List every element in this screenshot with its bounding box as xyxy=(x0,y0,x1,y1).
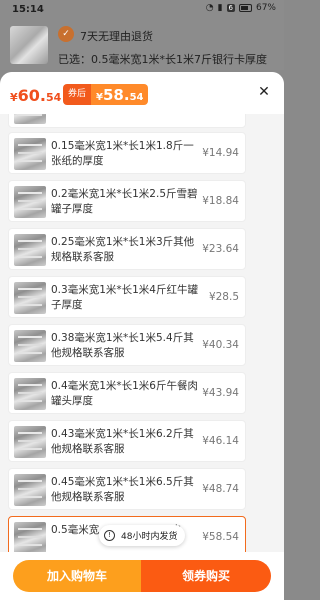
option-name: 0.15毫米宽1米*长1米1.8斤一张纸的厚度 xyxy=(51,140,194,167)
action-bar: 加入购物车 领券购买 xyxy=(0,552,284,600)
product-thumbnail xyxy=(10,26,48,64)
option-name: 0.3毫米宽1米*长1米4斤红牛罐子厚度 xyxy=(51,284,198,311)
option-price: ¥28.5 xyxy=(208,291,239,303)
option-price: ¥40.34 xyxy=(202,339,239,351)
spec-option-partial[interactable] xyxy=(8,114,246,128)
option-thumbnail xyxy=(14,234,46,266)
option-price: ¥14.94 xyxy=(202,147,239,159)
price-decimal: 54 xyxy=(46,91,62,104)
spec-option[interactable]: 0.2毫米宽1米*长1米2.5斤雪碧罐子厚度 ¥18.84 xyxy=(8,180,246,222)
option-price: ¥58.54 xyxy=(202,531,239,543)
price-integer: 60. xyxy=(17,86,46,105)
spec-option[interactable]: 0.25毫米宽1米*长1米3斤其他规格联系客服 ¥23.64 xyxy=(8,228,246,270)
spec-selector-sheet: ¥60.54 券后 ¥58.54 ✕ 0.15毫米宽1米*长1米1.8斤一张纸的… xyxy=(0,72,284,600)
option-price: ¥18.84 xyxy=(202,195,239,207)
spec-option[interactable]: 0.45毫米宽1米*长1米6.5斤其他规格联系客服 ¥48.74 xyxy=(8,468,246,510)
return-guarantee: 7天无理由退货 xyxy=(80,30,153,43)
option-name: 0.45毫米宽1米*长1米6.5斤其他规格联系客服 xyxy=(51,476,194,503)
option-name: 0.38毫米宽1米*长1米5.4斤其他规格联系客服 xyxy=(51,332,194,359)
option-price: ¥43.94 xyxy=(202,387,239,399)
option-name: 0.4毫米宽1米*长1米6斤午餐肉罐头厚度 xyxy=(51,380,198,407)
price-decimal: 54 xyxy=(129,92,144,103)
status-icons: ◔ ▮ 6 67% xyxy=(206,3,276,13)
add-to-cart-button[interactable]: 加入购物车 xyxy=(13,560,141,592)
signal-icon: ▮ xyxy=(217,3,223,13)
status-bar: 15:14 ◔ ▮ 6 67% xyxy=(0,0,284,20)
after-coupon-price: 券后 ¥58.54 xyxy=(63,84,149,105)
product-summary-behind: ✓ 7天无理由退货 已选：0.5毫米宽1米*长1米7斤银行卡厚度 xyxy=(0,20,284,70)
selected-label: 已选： xyxy=(58,53,91,66)
spec-option[interactable]: 0.15毫米宽1米*长1米1.8斤一张纸的厚度 ¥14.94 xyxy=(8,132,246,174)
wifi-icon: ◔ xyxy=(205,3,214,13)
spec-option[interactable]: 0.4毫米宽1米*长1米6斤午餐肉罐头厚度 ¥43.94 xyxy=(8,372,246,414)
shield-icon: ✓ xyxy=(58,26,74,42)
after-coupon-label: 券后 xyxy=(63,84,92,105)
spec-option[interactable]: 0.38毫米宽1米*长1米5.4斤其他规格联系客服 ¥40.34 xyxy=(8,324,246,366)
notification-badge: 6 xyxy=(226,4,235,12)
option-name: 0.43毫米宽1米*长1米6.2斤其他规格联系客服 xyxy=(51,428,194,455)
price-integer: 58. xyxy=(102,86,130,104)
option-price: ¥46.14 xyxy=(202,435,239,447)
spec-option[interactable]: 0.3毫米宽1米*长1米4斤红牛罐子厚度 ¥28.5 xyxy=(8,276,246,318)
spec-option[interactable]: 0.43毫米宽1米*长1米6.2斤其他规格联系客服 ¥46.14 xyxy=(8,420,246,462)
currency-symbol: ¥ xyxy=(96,92,103,103)
option-thumbnail xyxy=(14,282,46,314)
option-thumbnail xyxy=(14,426,46,458)
option-thumbnail xyxy=(14,138,46,170)
option-price: ¥48.74 xyxy=(202,483,239,495)
battery-icon xyxy=(238,4,252,12)
option-thumbnail xyxy=(14,378,46,410)
currency-symbol: ¥ xyxy=(10,91,18,104)
option-name: 0.25毫米宽1米*长1米3斤其他规格联系客服 xyxy=(51,236,195,263)
selected-value: 0.5毫米宽1米*长1米7斤银行卡厚度 xyxy=(91,53,267,66)
close-icon[interactable]: ✕ xyxy=(256,84,272,100)
sheet-header: ¥60.54 券后 ¥58.54 ✕ xyxy=(0,72,284,114)
current-price: ¥60.54 xyxy=(10,86,61,105)
option-thumbnail xyxy=(14,114,46,124)
option-thumbnail xyxy=(14,474,46,506)
clock: 15:14 xyxy=(12,4,44,15)
shipping-text: 48小时内发货 xyxy=(121,532,178,542)
option-price: ¥23.64 xyxy=(202,243,239,255)
buy-with-coupon-button[interactable]: 领券购买 xyxy=(141,560,271,592)
option-name-head: 0.5毫米宽 xyxy=(51,524,100,536)
option-name: 0.2毫米宽1米*长1米2.5斤雪碧罐子厚度 xyxy=(51,188,198,215)
after-coupon-value: ¥58.54 xyxy=(91,84,149,105)
battery-percent: 67% xyxy=(255,3,276,13)
option-thumbnail xyxy=(14,330,46,362)
shipping-tooltip: ! 48小时内发货 xyxy=(99,525,186,546)
option-thumbnail xyxy=(14,522,46,554)
option-thumbnail xyxy=(14,186,46,218)
exclamation-icon: ! xyxy=(104,530,115,541)
selected-spec: 已选：0.5毫米宽1米*长1米7斤银行卡厚度 xyxy=(58,51,267,67)
